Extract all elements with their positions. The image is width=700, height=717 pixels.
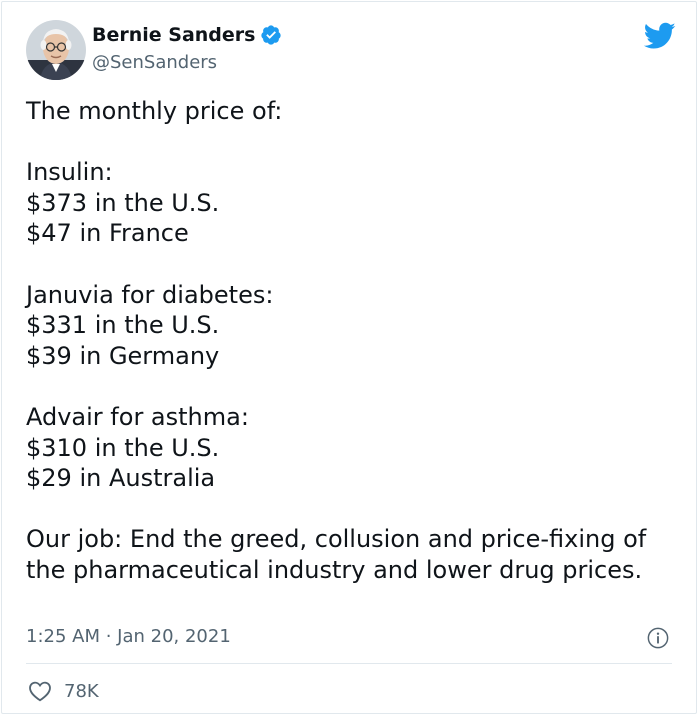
divider (26, 663, 672, 664)
like-button[interactable]: 78K (28, 680, 99, 702)
twitter-bird-icon[interactable] (644, 22, 676, 50)
verified-badge-icon (261, 25, 282, 45)
heart-icon (29, 681, 51, 702)
info-icon[interactable] (647, 627, 669, 649)
tweet-timestamp[interactable]: 1:25 AM · Jan 20, 2021 (26, 626, 231, 647)
author-handle[interactable]: @SenSanders (92, 52, 217, 73)
tweet-card: Bernie Sanders @SenSanders The monthly p… (1, 1, 697, 714)
tweet-text: The monthly price of: Insulin: $373 in t… (26, 97, 647, 584)
like-count: 78K (64, 680, 99, 702)
author-name-text: Bernie Sanders (92, 24, 256, 46)
author-name[interactable]: Bernie Sanders (92, 24, 282, 46)
avatar[interactable] (26, 20, 86, 80)
